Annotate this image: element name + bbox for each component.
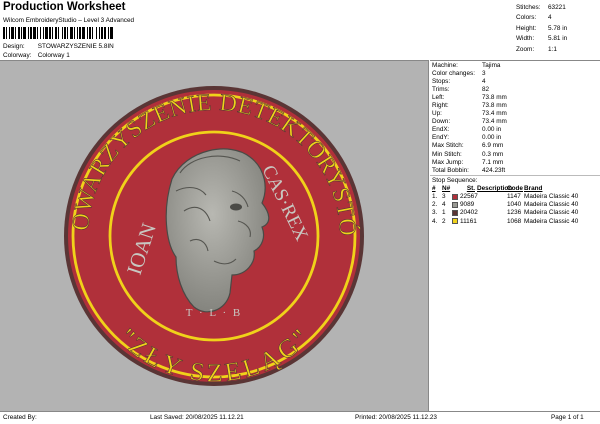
colorway-value: Colorway 1 <box>37 52 70 59</box>
barcode-bar <box>89 27 91 39</box>
embroidery-patch: STOWARZYSZENIE DETEKTORYSTÓW "ZŁY SZELĄG… <box>0 61 364 388</box>
barcode-bar <box>62 27 63 39</box>
table-row: 4. 2 11161 1068 Madeira Classic 40 <box>432 217 579 225</box>
barcode-bar <box>6 27 7 39</box>
barcode-bar <box>3 27 5 39</box>
table-row: 2. 4 9089 1040 Madeira Classic 40 <box>432 201 579 209</box>
stat-row: Zoom: 1:1 <box>516 45 557 53</box>
col-stitches: St. <box>466 184 475 192</box>
info-row: Stops: 4 <box>432 77 486 85</box>
barcode-bar <box>15 27 16 39</box>
barcode-bar <box>28 27 29 39</box>
barcode-bar <box>92 27 93 39</box>
color-swatch <box>452 209 458 216</box>
patch-initials: T · L · B <box>186 307 243 319</box>
machine-info-panel: Machine: Tajima Color changes: 3 Stops: 4 T… <box>430 60 600 411</box>
info-row: Up: 73.4 mm <box>432 110 507 118</box>
barcode-bar <box>30 27 32 39</box>
barcode-bar <box>37 27 38 39</box>
table-row: 3. 1 20402 1236 Madeira Classic 40 <box>432 209 579 217</box>
stat-row: Colors: 4 <box>516 14 552 22</box>
barcode-bar <box>18 27 20 39</box>
barcode-bar <box>9 27 10 39</box>
barcode-bar <box>40 27 41 39</box>
barcode-bar <box>82 27 85 39</box>
info-row: Machine: Tajima <box>432 61 501 69</box>
color-swatch <box>452 218 458 225</box>
info-row: Down: 73.4 mm <box>432 118 507 126</box>
worksheet-header: Production Worksheet Wilcom EmbroiderySt… <box>0 0 600 60</box>
barcode-bar <box>21 27 22 39</box>
barcode-bar <box>77 27 78 39</box>
color-swatch <box>452 193 458 200</box>
created-by: Created By: <box>3 414 37 421</box>
page-number: Page 1 of 1 <box>551 414 584 421</box>
last-saved: Last Saved: 20/08/2025 11.12.21 <box>150 414 244 421</box>
stop-sequence-list: 1. 3 22567 1147 Madeira Classic 40 2. 4 … <box>430 193 600 226</box>
col-number: # <box>432 184 436 192</box>
info-row: Max Jump: 7.1 mm <box>432 158 504 166</box>
colorway-line: Colorway: Colorway 1 <box>3 52 70 59</box>
printed-date: Printed: 20/08/2025 11.12.23 <box>355 414 437 421</box>
design-label: Design: <box>3 43 25 50</box>
col-description: Description <box>477 184 513 192</box>
stat-row: Width: 5.81 in <box>516 35 568 43</box>
colorway-label: Colorway: <box>3 52 32 59</box>
info-row: Total Bobbin: 424.23ft <box>432 166 506 174</box>
barcode-bar <box>33 27 36 39</box>
barcode-bar <box>110 27 113 39</box>
barcode-bar <box>64 27 66 39</box>
barcode-bar <box>70 27 73 39</box>
col-needle: N# <box>442 184 451 192</box>
design-line: Design: STOWARZYSZENIE 5.8IN <box>3 43 114 50</box>
design-preview: STOWARZYSZENIE DETEKTORYSTÓW "ZŁY SZELĄG… <box>0 60 429 411</box>
info-row: Right: 73.8 mm <box>432 102 507 110</box>
barcode-bar <box>11 27 14 39</box>
barcode-bar <box>45 27 48 39</box>
software-name: Wilcom EmbroideryStudio – Level 3 Advanc… <box>3 17 135 24</box>
info-row: Min Stitch: 0.3 mm <box>432 150 504 158</box>
design-value: STOWARZYSZENIE 5.8IN <box>37 43 114 50</box>
barcode-bar <box>87 27 88 39</box>
stop-sequence-header: # N# St. Description Code Brand <box>430 184 600 192</box>
stat-row: Height: 5.78 in <box>516 24 568 32</box>
stop-sequence-title: Stop Sequence: <box>430 175 600 184</box>
table-row: 1. 3 22567 1147 Madeira Classic 40 <box>432 193 579 201</box>
barcode-bar <box>101 27 103 39</box>
barcode-bar <box>55 27 57 39</box>
info-row: EndX: 0.00 in <box>432 126 502 134</box>
barcode-bar <box>74 27 75 39</box>
info-row: Left: 73.8 mm <box>432 93 507 101</box>
barcode-bar <box>49 27 51 39</box>
color-swatch <box>452 201 458 208</box>
barcode-bar <box>104 27 106 39</box>
worksheet-footer: Created By: Last Saved: 20/08/2025 11.12… <box>0 411 600 424</box>
barcode-bar <box>96 27 97 39</box>
info-row: Trims: 82 <box>432 85 490 93</box>
col-brand: Brand <box>524 184 543 192</box>
barcode-bar <box>52 27 53 39</box>
stat-row: Stitches: 63221 <box>516 3 566 11</box>
barcode-bar <box>58 27 59 39</box>
barcode-bar <box>79 27 81 39</box>
barcode-bar <box>43 27 44 39</box>
info-row: Color changes: 3 <box>432 69 486 77</box>
barcode-bar <box>99 27 100 39</box>
barcode-bar <box>108 27 109 39</box>
page-title: Production Worksheet <box>3 1 126 13</box>
barcode-bar <box>23 27 26 39</box>
design-stats: Stitches: 63221 Colors: 4 Height: 5.78 in W… <box>516 2 600 55</box>
col-code: Code <box>507 184 523 192</box>
info-row: Max Stitch: 6.9 mm <box>432 142 504 150</box>
barcode <box>3 27 113 39</box>
barcode-bar <box>67 27 68 39</box>
info-row: EndY: 0.00 in <box>432 134 502 142</box>
